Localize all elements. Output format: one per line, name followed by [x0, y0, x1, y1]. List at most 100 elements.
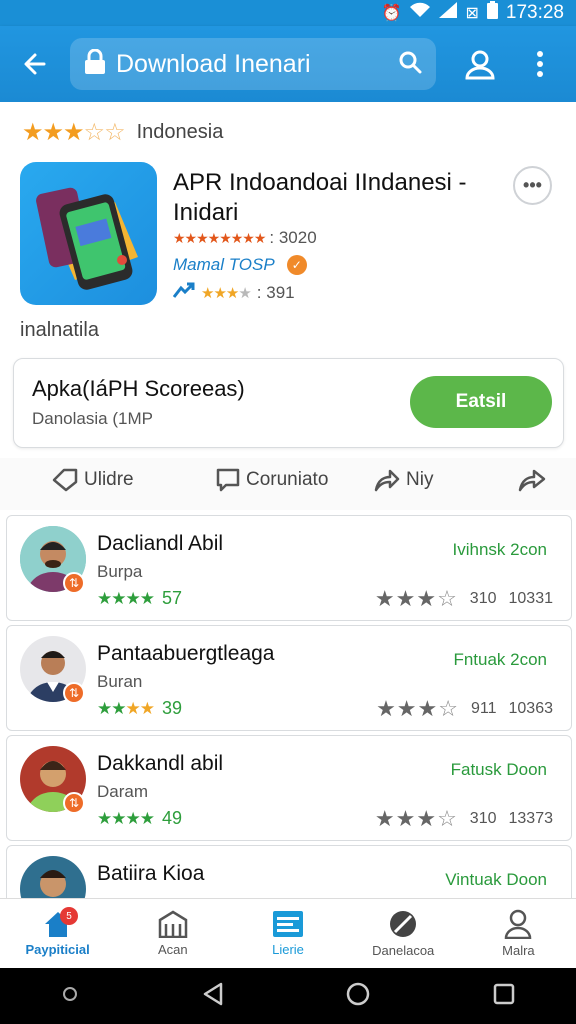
review-count: 911 [470, 700, 497, 717]
review-score: 39 [161, 698, 182, 718]
signal-icon [439, 2, 458, 24]
app-icon[interactable] [20, 162, 157, 305]
back-triangle-icon[interactable] [202, 982, 224, 1011]
install-button[interactable]: Eatsil [410, 376, 552, 428]
search-query[interactable]: Download Inenari [116, 50, 398, 79]
review-stars: ★★★★ [97, 588, 155, 608]
top-rating-row: ★★★☆☆ Indonesia [22, 118, 223, 147]
developer-link[interactable]: Mamal TOSP [173, 255, 275, 275]
downloads-count: : 391 [256, 282, 295, 302]
nav-label: Lierie [272, 942, 304, 957]
actions-bar: Ulidre Coruniato Niy [0, 458, 576, 510]
notification-badge: 5 [60, 907, 78, 925]
nav-item-malra[interactable]: Malra [461, 899, 576, 968]
review-card[interactable]: ⇅ Pantaabuergtleaga Buran ★★★★ 39 Fntuak… [6, 625, 572, 731]
review-stats: ★★★☆ 310 13373 [375, 806, 553, 832]
send-action[interactable] [518, 468, 546, 492]
clock: 173:28 [505, 2, 564, 23]
forward-label: Niy [406, 469, 434, 490]
lock-icon [84, 48, 106, 80]
review-stars: ★★★★ [97, 808, 155, 828]
avatar [20, 856, 86, 898]
account-button[interactable] [450, 26, 510, 102]
grey-stars: ★★★☆ [376, 696, 459, 721]
building-icon [158, 910, 188, 938]
review-total: 10363 [508, 700, 554, 717]
trend-icon [172, 282, 195, 303]
overflow-menu-button[interactable] [510, 26, 570, 102]
developer-row: Mamal TOSP ✓ [173, 255, 307, 275]
back-arrow-icon [24, 53, 46, 75]
downloads-stars: ★★★★ [201, 284, 252, 302]
reviewer-location: Buran [97, 672, 143, 691]
content: ★★★☆☆ Indonesia APR Indoandoai IIndanesi… [0, 102, 576, 898]
review-count: 310 [469, 590, 497, 607]
app-title: APR Indoandoai IIndanesi - Inidari [173, 169, 467, 226]
back-button[interactable] [0, 26, 70, 102]
share-action[interactable]: Ulidre [52, 468, 134, 492]
downloads-meta: ★★★★ : 391 [172, 282, 295, 303]
more-options-button[interactable]: ••• [513, 166, 552, 205]
rating-stars-small: ★★★★★★★★ [173, 229, 266, 246]
search-icon[interactable] [398, 50, 422, 79]
nav-label: Malra [502, 943, 535, 958]
alarm-icon: ⏰ [381, 5, 402, 22]
status-bar: ⏰ ⊠ 173:28 [0, 0, 576, 26]
review-total: 13373 [508, 810, 554, 827]
rating-count: : 3020 [269, 228, 317, 247]
user-badge-icon: ⇅ [63, 792, 85, 814]
review-card[interactable]: Batiira Kioa Vintuak Doon [6, 845, 572, 898]
comment-icon [216, 468, 240, 492]
reviewer-location: Burpa [97, 562, 143, 581]
review-stats: ★★★☆ 310 10331 [375, 586, 553, 612]
review-tag: Fntuak 2con [453, 650, 547, 669]
country-label: Indonesia [136, 121, 224, 143]
review-score: 57 [161, 588, 182, 608]
recents-square-icon[interactable] [493, 983, 515, 1010]
review-total: 10331 [508, 590, 554, 607]
phone-illustration-icon [36, 187, 138, 290]
more-horiz-icon: ••• [523, 175, 542, 195]
bottom-nav: 5 Paypiticial Acan Lierie Danelacoa Malr… [0, 898, 576, 968]
assistant-icon[interactable] [61, 985, 79, 1008]
reviewer-name: Dacliandl Abil [97, 532, 224, 555]
review-rating: ★★★★ 57 [97, 588, 182, 609]
compass-icon [390, 911, 417, 937]
nav-item-home[interactable]: 5 Paypiticial [0, 899, 115, 968]
rating-stars: ★★★☆☆ [22, 119, 126, 146]
app-bar: Download Inenari [0, 26, 576, 102]
reviewer-name: Dakkandl abil [97, 752, 224, 775]
nav-label: Danelacoa [372, 943, 435, 958]
search-box[interactable]: Download Inenari [70, 38, 436, 90]
reviewer-name: Pantaabuergtleaga [97, 642, 275, 665]
nav-item-acan[interactable]: Acan [115, 899, 230, 968]
system-nav-bar [0, 968, 576, 1024]
install-title: Apka(IáPH Scoreeas) [32, 376, 245, 401]
review-rating: ★★★★ 49 [97, 808, 182, 829]
user-badge-icon: ⇅ [63, 572, 85, 594]
review-score: 49 [161, 808, 182, 828]
nav-item-danelacoa[interactable]: Danelacoa [346, 899, 461, 968]
grey-stars: ★★★☆ [374, 806, 458, 831]
home-circle-icon[interactable] [346, 982, 370, 1011]
review-rating: ★★★★ 39 [97, 698, 182, 719]
share-label: Ulidre [84, 469, 134, 490]
forward-action[interactable]: Niy [374, 468, 433, 492]
nav-item-lierie[interactable]: Lierie [230, 899, 345, 968]
rating-meta: ★★★★★★★★ : 3020 [173, 228, 317, 248]
comment-action[interactable]: Coruniato [216, 468, 328, 492]
nav-label: Acan [157, 942, 188, 957]
list-icon [273, 911, 303, 937]
sim-icon: ⊠ [465, 5, 479, 22]
review-card[interactable]: ⇅ Dacliandl Abil Burpa ★★★★ 57 Ivihnsk 2… [6, 515, 572, 621]
verified-icon: ✓ [286, 255, 307, 275]
reply-icon [518, 469, 546, 492]
share-icon [52, 468, 78, 492]
review-tag: Ivihnsk 2con [452, 540, 548, 559]
review-card[interactable]: ⇅ Dakkandl abil Daram ★★★★ 49 Fatusk Doo… [6, 735, 572, 841]
app-country-label: inalnatila [20, 319, 99, 341]
person-icon [465, 50, 495, 80]
reviewer-name: Batiira Kioa [97, 862, 205, 885]
review-count: 310 [469, 810, 497, 827]
review-stats: ★★★☆ 911 10363 [376, 696, 553, 722]
